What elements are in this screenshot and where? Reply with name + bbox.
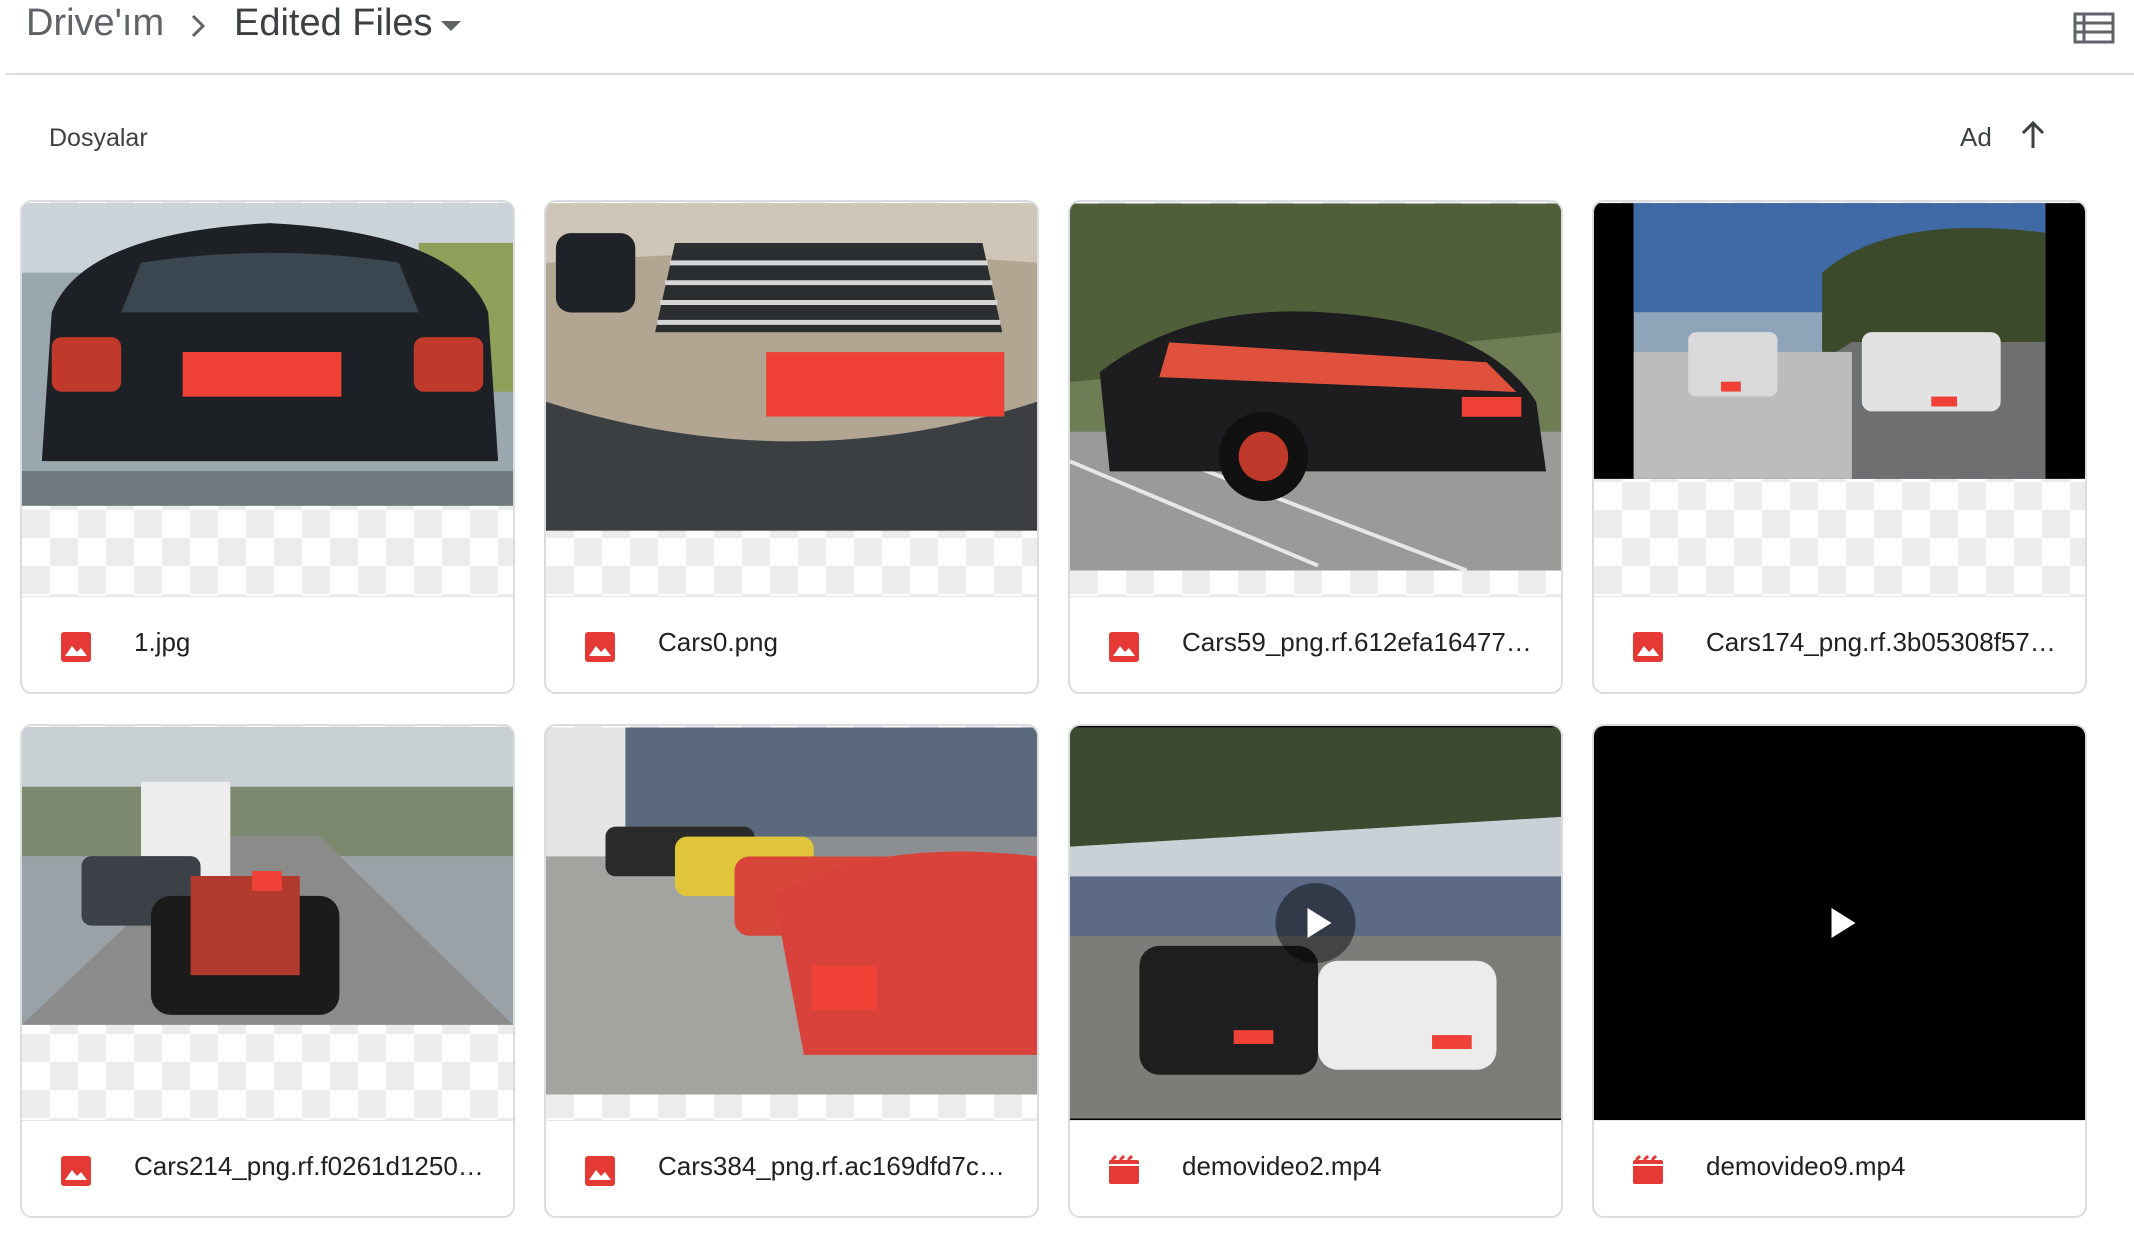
- file-thumbnail[interactable]: [22, 202, 513, 596]
- file-name: Cars214_png.rf.f0261d1250…: [134, 1151, 484, 1181]
- file-footer[interactable]: demovideo2.mp4: [1070, 1120, 1561, 1216]
- file-name: Cars0.png: [658, 627, 778, 657]
- file-card[interactable]: 1.jpg: [20, 200, 515, 694]
- file-thumbnail[interactable]: [1070, 202, 1561, 596]
- file-footer[interactable]: Cars384_png.rf.ac169dfd7c…: [546, 1120, 1037, 1216]
- file-thumbnail[interactable]: [546, 726, 1037, 1120]
- file-card[interactable]: Cars174_png.rf.3b05308f57…: [1592, 200, 2087, 694]
- image-icon: [1633, 632, 1663, 662]
- file-name: 1.jpg: [134, 627, 191, 657]
- list-view-icon[interactable]: [2072, 8, 2116, 48]
- play-icon[interactable]: [1594, 883, 2085, 963]
- thumbnail-image: [1070, 203, 1561, 572]
- arrow-up-icon[interactable]: [2018, 118, 2048, 152]
- file-footer[interactable]: Cars174_png.rf.3b05308f57…: [1594, 596, 2085, 692]
- file-card[interactable]: Cars384_png.rf.ac169dfd7c…: [544, 724, 1039, 1218]
- thumbnail-image: [22, 203, 513, 506]
- image-icon: [61, 632, 91, 662]
- file-card[interactable]: demovideo2.mp4: [1068, 724, 1563, 1218]
- thumbnail-image: [546, 727, 1037, 1095]
- file-card[interactable]: Cars214_png.rf.f0261d1250…: [20, 724, 515, 1218]
- file-card[interactable]: Cars0.png: [544, 200, 1039, 694]
- file-card[interactable]: demovideo9.mp4: [1592, 724, 2087, 1218]
- video-icon: [1633, 1155, 1663, 1184]
- caret-down-icon[interactable]: [438, 18, 464, 34]
- section-label-files: Dosyalar: [49, 124, 148, 152]
- file-thumbnail[interactable]: [1070, 726, 1561, 1120]
- file-footer[interactable]: Cars59_png.rf.612efa16477…: [1070, 596, 1561, 692]
- video-icon: [1109, 1155, 1139, 1184]
- thumbnail-image: [1594, 203, 2085, 479]
- file-name: Cars384_png.rf.ac169dfd7c…: [658, 1151, 1005, 1181]
- file-footer[interactable]: demovideo9.mp4: [1594, 1120, 2085, 1216]
- file-thumbnail[interactable]: [546, 202, 1037, 596]
- file-name: demovideo2.mp4: [1182, 1151, 1382, 1181]
- file-footer[interactable]: Cars0.png: [546, 596, 1037, 692]
- thumbnail-image: [546, 203, 1037, 531]
- image-icon: [1109, 632, 1139, 662]
- file-card[interactable]: Cars59_png.rf.612efa16477…: [1068, 200, 1563, 694]
- play-icon[interactable]: [1070, 883, 1561, 963]
- file-thumbnail[interactable]: [22, 726, 513, 1120]
- file-footer[interactable]: 1.jpg: [22, 596, 513, 692]
- thumbnail-image: [22, 727, 513, 1025]
- sort-by-name-button[interactable]: Ad: [1960, 122, 1992, 153]
- breadcrumb-root[interactable]: Drive'ım: [26, 2, 164, 45]
- breadcrumb-current[interactable]: Edited Files: [234, 2, 433, 45]
- file-thumbnail[interactable]: [1594, 202, 2085, 596]
- file-name: Cars174_png.rf.3b05308f57…: [1706, 627, 2056, 657]
- file-footer[interactable]: Cars214_png.rf.f0261d1250…: [22, 1120, 513, 1216]
- file-name: Cars59_png.rf.612efa16477…: [1182, 627, 1532, 657]
- file-name: demovideo9.mp4: [1706, 1151, 1906, 1181]
- image-icon: [585, 1156, 615, 1186]
- image-icon: [61, 1156, 91, 1186]
- top-bar: Drive'ım Edited Files: [6, 0, 2134, 75]
- image-icon: [585, 632, 615, 662]
- file-thumbnail[interactable]: [1594, 726, 2085, 1120]
- chevron-right-icon: [191, 14, 206, 38]
